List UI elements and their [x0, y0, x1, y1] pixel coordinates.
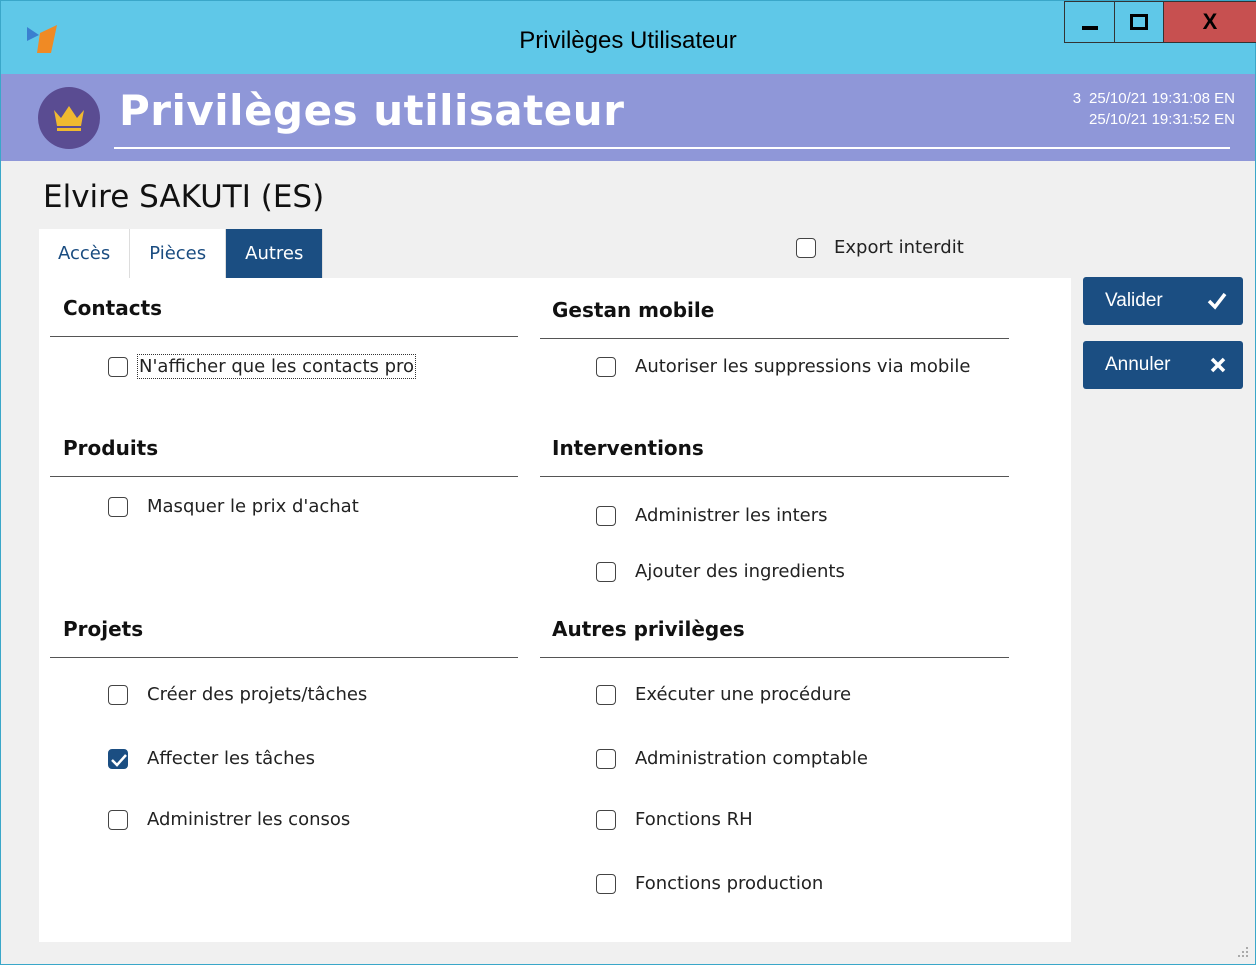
- option-label: Créer des projets/tâches: [147, 684, 368, 705]
- checkbox[interactable]: [596, 873, 616, 894]
- option-administrer-consos[interactable]: Administrer les consos: [108, 809, 350, 830]
- maximize-icon: [1130, 14, 1148, 30]
- checkbox[interactable]: [596, 505, 616, 526]
- option-label: Exécuter une procédure: [635, 684, 852, 705]
- option-administrer-inters[interactable]: Administrer les inters: [596, 505, 828, 526]
- option-ajouter-ingredients[interactable]: Ajouter des ingredients: [596, 561, 845, 582]
- tab-bar: Accès Pièces Autres: [39, 229, 324, 278]
- page-title: Privilèges utilisateur: [119, 86, 625, 135]
- checkmark-icon: [111, 753, 127, 767]
- tab-pieces[interactable]: Pièces: [130, 229, 227, 278]
- export-interdit-checkbox[interactable]: [796, 237, 816, 258]
- option-label: Fonctions RH: [635, 809, 753, 830]
- validate-button[interactable]: Valider: [1083, 277, 1243, 325]
- section-divider: [540, 338, 1009, 339]
- section-divider: [540, 657, 1009, 658]
- option-label: Administrer les consos: [147, 809, 351, 830]
- modified-user: EN: [1214, 111, 1235, 128]
- option-creer-projets[interactable]: Créer des projets/tâches: [108, 684, 367, 705]
- modified-line: 25/10/21 19:31:52 EN: [1073, 109, 1235, 130]
- section-title-produits: Produits: [63, 436, 159, 460]
- option-affecter-taches[interactable]: Affecter les tâches: [108, 748, 315, 769]
- checkbox[interactable]: [108, 496, 128, 517]
- section-divider: [540, 476, 1009, 477]
- validate-label: Valider: [1105, 290, 1163, 311]
- section-title-contacts: Contacts: [63, 296, 163, 320]
- crown-icon: [54, 106, 84, 131]
- option-label: Autoriser les suppressions via mobile: [635, 356, 971, 377]
- checkbox[interactable]: [108, 684, 128, 705]
- title-bar[interactable]: Privilèges Utilisateur X: [1, 1, 1256, 74]
- option-label: Affecter les tâches: [147, 748, 315, 769]
- created-user: EN: [1214, 90, 1235, 107]
- checkbox[interactable]: [108, 809, 128, 830]
- option-label: Fonctions production: [635, 873, 824, 894]
- option-suppressions-mobile[interactable]: Autoriser les suppressions via mobile: [596, 356, 970, 377]
- option-label: N'afficher que les contacts pro: [136, 354, 417, 379]
- check-icon: [1207, 292, 1227, 310]
- option-label: Ajouter des ingredients: [635, 561, 845, 582]
- checkbox-checked[interactable]: [108, 748, 128, 769]
- close-button[interactable]: X: [1163, 1, 1256, 43]
- option-label: Administrer les inters: [635, 505, 828, 526]
- option-masquer-prix[interactable]: Masquer le prix d'achat: [108, 496, 359, 517]
- header-band: Privilèges utilisateur 3 25/10/21 19:31:0…: [1, 74, 1255, 161]
- option-label: Administration comptable: [635, 748, 868, 769]
- checkbox[interactable]: [596, 561, 616, 582]
- checkbox[interactable]: [596, 809, 616, 830]
- maximize-button[interactable]: [1114, 1, 1164, 43]
- option-label: Masquer le prix d'achat: [147, 496, 359, 517]
- option-contacts-pro[interactable]: N'afficher que les contacts pro: [108, 354, 417, 379]
- cancel-label: Annuler: [1105, 354, 1171, 375]
- created-line: 3 25/10/21 19:31:08 EN: [1073, 88, 1235, 109]
- cancel-button[interactable]: Annuler: [1083, 341, 1243, 389]
- section-title-gestan-mobile: Gestan mobile: [552, 298, 715, 322]
- meta-number: 3: [1072, 90, 1082, 107]
- tab-content-panel: Contacts N'afficher que les contacts pro…: [39, 278, 1071, 942]
- record-meta: 3 25/10/21 19:31:08 EN 25/10/21 19:31:52 …: [1073, 88, 1235, 130]
- checkbox[interactable]: [108, 356, 128, 377]
- section-divider: [50, 476, 518, 477]
- checkbox[interactable]: [596, 748, 616, 769]
- checkbox[interactable]: [596, 356, 616, 377]
- section-divider: [50, 336, 518, 337]
- export-interdit-label: Export interdit: [834, 237, 964, 258]
- title-underline: [114, 147, 1230, 149]
- modified-date: 25/10/21 19:31:52: [1089, 111, 1210, 128]
- minimize-button[interactable]: [1064, 1, 1115, 43]
- user-name: Elvire SAKUTI (ES): [43, 179, 325, 215]
- section-title-autres-privileges: Autres privilèges: [552, 617, 745, 641]
- tab-autres[interactable]: Autres: [226, 229, 324, 278]
- minimize-icon: [1081, 26, 1098, 30]
- privileges-window: Privilèges Utilisateur X Privilèges util…: [0, 0, 1256, 965]
- option-administration-comptable[interactable]: Administration comptable: [596, 748, 868, 769]
- created-date: 25/10/21 19:31:08: [1089, 90, 1210, 107]
- resize-grip-icon[interactable]: [1237, 946, 1249, 958]
- option-fonctions-production[interactable]: Fonctions production: [596, 873, 823, 894]
- export-interdit-option[interactable]: Export interdit: [796, 237, 964, 258]
- option-executer-procedure[interactable]: Exécuter une procédure: [596, 684, 851, 705]
- section-divider: [50, 657, 518, 658]
- checkbox[interactable]: [596, 684, 616, 705]
- crown-badge: [38, 87, 100, 149]
- section-title-projets: Projets: [63, 617, 144, 641]
- close-icon: [1210, 357, 1226, 373]
- section-title-interventions: Interventions: [552, 436, 704, 460]
- tab-acces[interactable]: Accès: [39, 229, 131, 278]
- option-fonctions-rh[interactable]: Fonctions RH: [596, 809, 753, 830]
